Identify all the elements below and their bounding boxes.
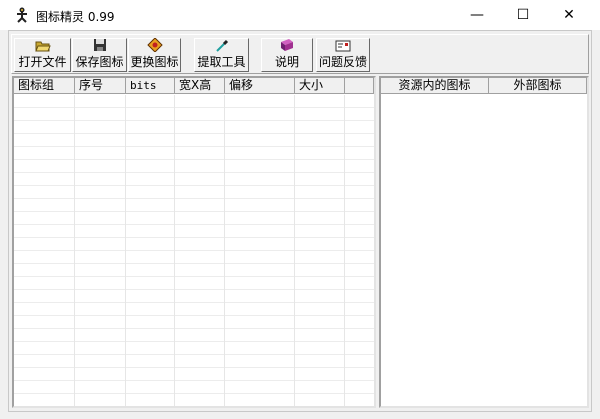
eyedropper-icon <box>214 38 230 52</box>
grid-line <box>174 95 175 406</box>
icon-preview-list[interactable]: 资源内的图标 外部图标 <box>379 76 589 408</box>
window-title: 图标精灵 0.99 <box>36 10 115 24</box>
extract-tool-label: 提取工具 <box>197 55 246 69</box>
save-icon-label: 保存图标 <box>75 55 124 69</box>
extract-tool-button[interactable]: 提取工具 <box>194 38 249 72</box>
title-bar: 图标精灵 0.99 — ☐ ✕ <box>0 0 600 30</box>
close-button[interactable]: ✕ <box>546 0 592 30</box>
replace-icon-button[interactable]: 更换图标 <box>128 38 181 72</box>
folder-open-icon <box>34 38 51 52</box>
column-header-empty[interactable] <box>345 78 374 94</box>
grid-line <box>74 95 75 406</box>
grid-line <box>224 95 225 406</box>
feedback-button[interactable]: 问题反馈 <box>316 38 370 72</box>
grid-line <box>125 95 126 406</box>
column-header-resource-icons[interactable]: 资源内的图标 <box>381 78 489 94</box>
grid-line <box>344 95 345 406</box>
book-icon <box>279 38 295 52</box>
column-header-bits[interactable]: bits <box>126 78 175 94</box>
list-grid <box>14 95 374 406</box>
feedback-label: 问题反馈 <box>318 55 367 69</box>
open-file-button[interactable]: 打开文件 <box>14 38 71 72</box>
replace-icon-label: 更换图标 <box>130 55 179 69</box>
maximize-button[interactable]: ☐ <box>500 0 546 30</box>
save-icon-button[interactable]: 保存图标 <box>72 38 127 72</box>
column-header-size-wh[interactable]: 宽X高 <box>175 78 225 94</box>
column-header-size[interactable]: 大小 <box>295 78 345 94</box>
minimize-button[interactable]: — <box>454 0 500 30</box>
column-header-offset[interactable]: 偏移 <box>225 78 295 94</box>
help-label: 说明 <box>274 55 299 69</box>
open-file-label: 打开文件 <box>18 55 67 69</box>
help-button[interactable]: 说明 <box>261 38 313 72</box>
feedback-card-icon <box>335 39 351 52</box>
column-header-index[interactable]: 序号 <box>75 78 126 94</box>
app-icon <box>17 7 27 23</box>
floppy-disk-icon <box>92 38 108 52</box>
icon-group-list[interactable]: 图标组 序号 bits 宽X高 偏移 大小 <box>12 76 376 408</box>
column-header-external-icons[interactable]: 外部图标 <box>489 78 587 94</box>
replace-icon <box>146 38 163 52</box>
column-header-icon-group[interactable]: 图标组 <box>14 78 75 94</box>
grid-line <box>294 95 295 406</box>
